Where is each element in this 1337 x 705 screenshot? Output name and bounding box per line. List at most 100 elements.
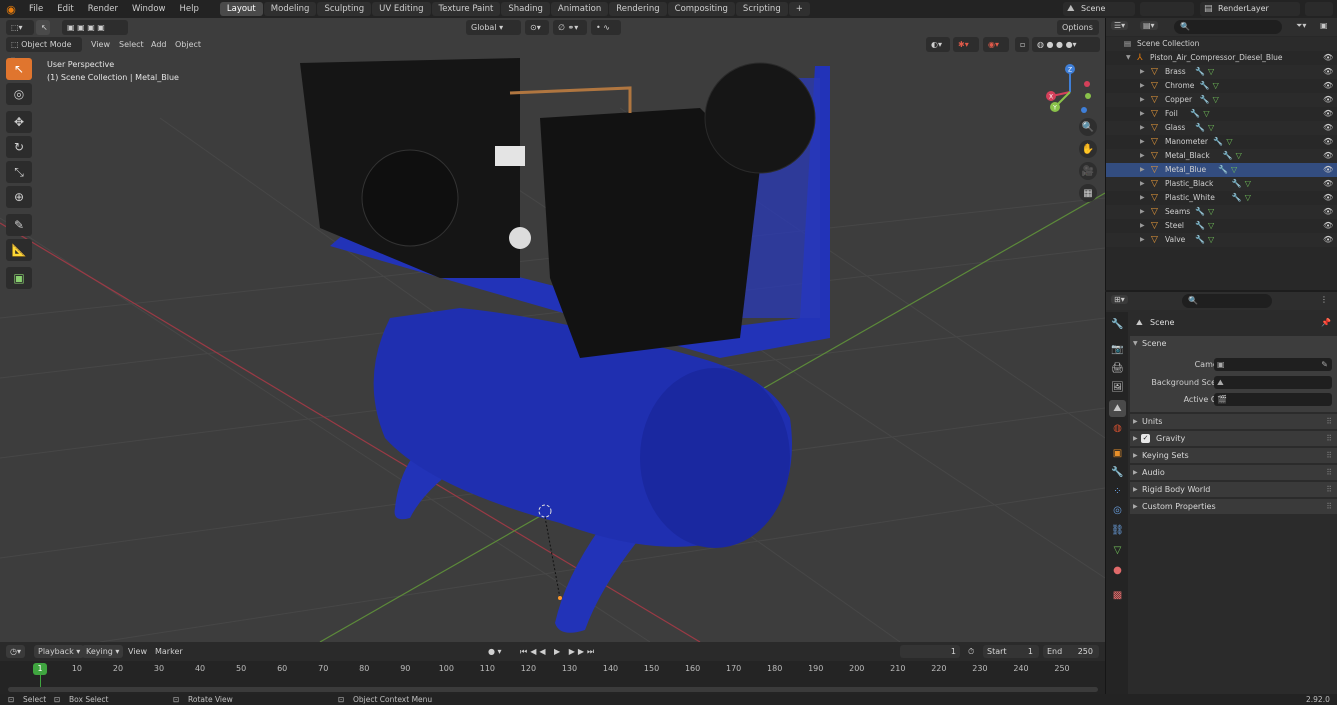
outliner-search-input[interactable]: 🔍 xyxy=(1174,20,1282,34)
menu-view[interactable]: View xyxy=(91,37,110,52)
panel-gravity[interactable]: ▶ ✓ Gravity ⠿ xyxy=(1130,430,1337,446)
gravity-checkbox[interactable]: ✓ xyxy=(1141,434,1150,443)
selection-mode-buttons[interactable]: ▣ ▣ ▣ ▣ xyxy=(62,20,128,35)
snap-button[interactable]: ∅ ⚭▾ xyxy=(553,20,587,35)
mesh-data-icon[interactable]: ▽ xyxy=(1231,163,1237,177)
ortho-grid-icon[interactable]: ▦ xyxy=(1079,184,1097,202)
outliner-item-valve[interactable]: ▶ ▽ Valve 🔧 ▽ 👁 xyxy=(1106,233,1337,247)
eye-icon[interactable]: 👁 xyxy=(1323,149,1333,163)
menu-window[interactable]: Window xyxy=(125,0,173,18)
outliner-item-plastic-white[interactable]: ▶ ▽ Plastic_White 🔧 ▽ 👁 xyxy=(1106,191,1337,205)
mesh-data-icon[interactable]: ▽ xyxy=(1213,93,1219,107)
outliner-object-row[interactable]: ▼ ⅄ Piston_Air_Compressor_Diesel_Blue 👁 xyxy=(1106,51,1337,65)
modifier-tab-icon[interactable]: 🔧 xyxy=(1109,464,1126,481)
display-mode-icon[interactable]: ▤▾ xyxy=(1140,21,1158,30)
compressor-model[interactable] xyxy=(300,58,830,633)
mesh-data-icon[interactable]: ▽ xyxy=(1208,65,1214,79)
view-layer-tab-icon[interactable]: 🖼 xyxy=(1109,379,1126,396)
constraints-tab-icon[interactable]: ⛓ xyxy=(1109,522,1126,539)
modifier-icon[interactable]: 🔧 xyxy=(1190,107,1200,121)
tab-scripting[interactable]: Scripting xyxy=(735,2,788,16)
zoom-icon[interactable]: 🔍 xyxy=(1079,118,1097,136)
object-expand-icon[interactable]: ▼ xyxy=(1126,51,1131,65)
annotate-tool-icon[interactable]: ✎ xyxy=(6,214,32,236)
editor-type-button[interactable]: ⬚▾ xyxy=(6,20,34,35)
outliner-item-steel[interactable]: ▶ ▽ Steel 🔧 ▽ 👁 xyxy=(1106,219,1337,233)
eye-icon[interactable]: 👁 xyxy=(1323,121,1333,135)
outliner-item-seams[interactable]: ▶ ▽ Seams 🔧 ▽ 👁 xyxy=(1106,205,1337,219)
eye-icon[interactable]: 👁 xyxy=(1323,233,1333,247)
end-frame-field[interactable]: End 250 xyxy=(1043,645,1099,658)
tab-uv-editing[interactable]: UV Editing xyxy=(372,2,431,16)
eye-icon[interactable]: 👁 xyxy=(1323,191,1333,205)
material-expand-icon[interactable]: ▶ xyxy=(1140,233,1145,247)
texture-tab-icon[interactable]: ▩ xyxy=(1109,587,1126,604)
modifier-icon[interactable]: 🔧 xyxy=(1213,135,1223,149)
material-expand-icon[interactable]: ▶ xyxy=(1140,107,1145,121)
mesh-data-icon[interactable]: ▽ xyxy=(1245,191,1251,205)
current-frame-marker[interactable]: 1 xyxy=(33,663,47,675)
move-tool-icon[interactable]: ✥ xyxy=(6,111,32,133)
timeline-view-menu[interactable]: View xyxy=(128,645,147,658)
scene-tab-icon[interactable]: ⛰ xyxy=(1109,400,1126,417)
drag-handle-icon[interactable]: ⠿ xyxy=(1326,482,1332,498)
panel-rigid-body-world[interactable]: ▶ Rigid Body World ⠿ xyxy=(1130,481,1337,497)
material-expand-icon[interactable]: ▶ xyxy=(1140,65,1145,79)
eye-icon[interactable]: 👁 xyxy=(1323,93,1333,107)
material-expand-icon[interactable]: ▶ xyxy=(1140,93,1145,107)
mesh-data-icon[interactable]: ▽ xyxy=(1226,135,1232,149)
tab-modeling[interactable]: Modeling xyxy=(263,2,317,16)
mesh-data-icon[interactable]: ▽ xyxy=(1213,79,1219,93)
world-tab-icon[interactable]: ◍ xyxy=(1109,420,1126,437)
scale-tool-icon[interactable]: ⤡ xyxy=(6,161,32,183)
drag-handle-icon[interactable]: ⠿ xyxy=(1326,431,1332,447)
stopwatch-icon[interactable]: ⏱ xyxy=(968,645,974,658)
material-expand-icon[interactable]: ▶ xyxy=(1140,205,1145,219)
modifier-icon[interactable]: 🔧 xyxy=(1195,121,1205,135)
3d-viewport[interactable]: ⬚▾ ↖ ▣ ▣ ▣ ▣ Global ▾ ⊙▾ ∅ ⚭▾ • ∿ Option… xyxy=(0,18,1105,642)
pivot-point-button[interactable]: ⊙▾ xyxy=(525,20,549,35)
context-pin-icon[interactable]: 📌 xyxy=(1321,318,1331,327)
outliner-item-copper[interactable]: ▶ ▽ Copper 🔧 ▽ 👁 xyxy=(1106,93,1337,107)
modifier-icon[interactable]: 🔧 xyxy=(1232,191,1242,205)
properties-editor-type-icon[interactable]: ⊞▾ xyxy=(1111,295,1128,304)
drag-handle-icon[interactable]: ⠿ xyxy=(1326,465,1332,481)
modifier-icon[interactable]: 🔧 xyxy=(1195,65,1205,79)
transform-tool-icon[interactable]: ⊕ xyxy=(6,186,32,208)
outliner-item-metal-black[interactable]: ▶ ▽ Metal_Black 🔧 ▽ 👁 xyxy=(1106,149,1337,163)
filter-icon[interactable]: ⏷▾ xyxy=(1296,21,1306,31)
drag-handle-icon[interactable]: ⠿ xyxy=(1326,414,1332,430)
scene-actions[interactable] xyxy=(1140,2,1194,16)
playback-menu[interactable]: Playback ▾ xyxy=(34,645,85,658)
eye-icon[interactable]: 👁 xyxy=(1323,79,1333,93)
shading-mode-buttons[interactable]: ◍ ● ● ●▾ xyxy=(1032,37,1100,52)
tab-layout[interactable]: Layout xyxy=(219,2,263,16)
xray-button[interactable]: ▫ xyxy=(1015,37,1029,52)
outliner-item-metal-blue[interactable]: ▶ ▽ Metal_Blue 🔧 ▽ 👁 xyxy=(1106,163,1337,177)
mesh-data-icon[interactable]: ▽ xyxy=(1208,233,1214,247)
outliner-item-brass[interactable]: ▶ ▽ Brass 🔧 ▽ 👁 xyxy=(1106,65,1337,79)
eye-icon[interactable]: 👁 xyxy=(1323,177,1333,191)
material-expand-icon[interactable]: ▶ xyxy=(1140,149,1145,163)
outliner-item-manometer[interactable]: ▶ ▽ Manometer 🔧 ▽ 👁 xyxy=(1106,135,1337,149)
transform-orientation[interactable]: Global ▾ xyxy=(466,20,521,35)
timeline-editor-type-icon[interactable]: ◷▾ xyxy=(6,645,25,658)
eye-icon[interactable]: 👁 xyxy=(1323,205,1333,219)
modifier-icon[interactable]: 🔧 xyxy=(1223,149,1233,163)
menu-object[interactable]: Object xyxy=(175,37,201,52)
menu-file[interactable]: File xyxy=(22,0,50,18)
eye-icon[interactable]: 👁 xyxy=(1323,51,1333,65)
scene-selector[interactable]: ⛰ Scene xyxy=(1063,2,1135,16)
frame-ruler[interactable]: 1102030405060708090100110120130140150160… xyxy=(0,662,1105,678)
modifier-icon[interactable]: 🔧 xyxy=(1218,163,1228,177)
object-tab-icon[interactable]: ▣ xyxy=(1109,445,1126,462)
modifier-icon[interactable]: 🔧 xyxy=(1195,205,1205,219)
material-expand-icon[interactable]: ▶ xyxy=(1140,79,1145,93)
menu-help[interactable]: Help xyxy=(172,0,205,18)
mesh-data-icon[interactable]: ▽ xyxy=(1208,219,1214,233)
eye-icon[interactable]: 👁 xyxy=(1323,219,1333,233)
menu-select[interactable]: Select xyxy=(119,37,144,52)
select-box-tool-icon[interactable]: ↖ xyxy=(6,58,32,80)
material-expand-icon[interactable]: ▶ xyxy=(1140,191,1145,205)
particles-tab-icon[interactable]: ⁘ xyxy=(1109,483,1126,500)
